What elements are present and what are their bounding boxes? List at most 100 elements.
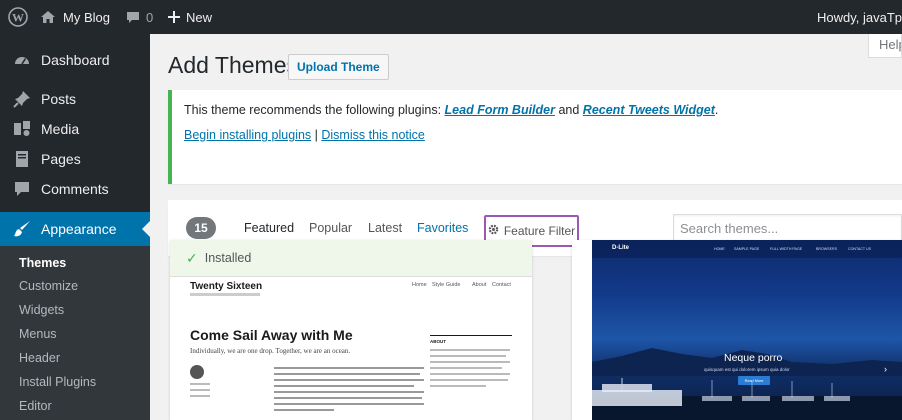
notice-separator: | — [311, 128, 322, 142]
preview-text-line — [274, 397, 422, 399]
preview-marina — [592, 378, 902, 420]
preview-sidebar-line — [430, 385, 486, 387]
sidebar-item-appearance[interactable]: Appearance — [0, 212, 150, 246]
preview-logo: D-Lite — [612, 245, 629, 251]
comments-link[interactable]: 0 — [126, 0, 153, 34]
sidebar-item-media[interactable]: Media — [0, 112, 150, 146]
sidebar-item-label: Appearance — [41, 221, 117, 237]
preview-text-line — [274, 373, 420, 375]
sidebar-item-label: Media — [41, 121, 80, 137]
preview-hero-title: Neque porro — [724, 352, 783, 364]
preview-nav-browsers: BROWSERS — [816, 247, 837, 251]
sidebar-item-dashboard[interactable]: Dashboard — [0, 43, 150, 77]
preview-tagline-line — [190, 293, 260, 296]
svg-text:W: W — [12, 11, 24, 25]
submenu-item-widgets[interactable]: Widgets — [19, 303, 64, 317]
upload-theme-button[interactable]: Upload Theme — [288, 54, 389, 80]
lead-form-builder-link[interactable]: Lead Form Builder — [445, 103, 555, 117]
tab-popular[interactable]: Popular — [309, 221, 352, 235]
tab-favorites[interactable]: Favorites — [417, 221, 468, 235]
notice-intro-text: This theme recommends the following plug… — [184, 103, 445, 117]
preview-sidebar-line — [430, 361, 510, 363]
submenu-item-themes[interactable]: Themes — [19, 256, 66, 270]
preview-nav-home: HOME — [714, 247, 725, 251]
preview-text-line — [274, 403, 424, 405]
gear-icon — [488, 224, 499, 238]
preview-meta-line — [190, 389, 210, 391]
sidebar-item-label: Pages — [41, 151, 81, 167]
preview-sidebar-line — [430, 355, 506, 357]
begin-installing-plugins-link[interactable]: Begin installing plugins — [184, 128, 311, 142]
preview-text-line — [274, 385, 414, 387]
admin-sidebar: Dashboard Posts Media Pages Comments App… — [0, 34, 150, 420]
preview-sidebar-rule — [430, 335, 512, 336]
checkmark-icon: ✓ — [186, 249, 198, 266]
wordpress-logo-icon[interactable]: W — [8, 0, 28, 34]
theme-screenshot: D-Lite HOME SAMPLE PAGE FULL WIDTH PAGE … — [592, 240, 902, 420]
sidebar-item-comments[interactable]: Comments — [0, 172, 150, 206]
feature-filter-label: Feature Filter — [503, 224, 576, 238]
plus-icon — [168, 11, 180, 23]
preview-sidebar-line — [430, 379, 508, 381]
preview-nav-home: Home — [412, 282, 427, 288]
preview-meta-line — [190, 383, 210, 385]
new-label: New — [186, 9, 213, 25]
preview-text-line — [274, 367, 424, 369]
preview-avatar — [190, 365, 204, 379]
sidebar-item-label: Comments — [41, 181, 109, 197]
preview-sidebar-line — [430, 373, 510, 375]
submenu-item-customize[interactable]: Customize — [19, 279, 78, 293]
dashboard-icon — [12, 50, 32, 70]
main-content: Add Themes Upload Theme Help This theme … — [150, 34, 902, 420]
preview-nav-about: About — [472, 282, 487, 288]
sidebar-item-posts[interactable]: Posts — [0, 82, 150, 116]
preview-text-line — [274, 409, 334, 411]
chevron-right-icon: › — [884, 364, 887, 374]
comment-count: 0 — [146, 9, 154, 25]
preview-nav-contact: CONTACT US — [848, 247, 872, 251]
preview-hero-subtitle: quisquam est qui dolorem ipsum quia dolo… — [704, 367, 790, 372]
theme-card-d-lite[interactable]: D-Lite HOME SAMPLE PAGE FULL WIDTH PAGE … — [572, 240, 902, 420]
preview-nav-contact: Contact — [492, 282, 511, 288]
brush-icon — [12, 219, 32, 239]
preview-text-line — [274, 391, 424, 393]
site-name-link[interactable]: My Blog — [40, 0, 110, 34]
recent-tweets-widget-link[interactable]: Recent Tweets Widget — [583, 103, 715, 117]
site-name-label: My Blog — [63, 9, 110, 25]
preview-post-title: Come Sail Away with Me — [190, 327, 353, 343]
theme-screenshot: Twenty Sixteen Home Style Guide About Co… — [170, 276, 532, 420]
theme-card-twenty-sixteen[interactable]: ✓ Installed Twenty Sixteen Home Style Gu… — [170, 240, 532, 420]
notice-period: . — [714, 103, 719, 117]
help-tab[interactable]: Help — [868, 34, 902, 58]
notice-and-text: and — [554, 103, 583, 117]
theme-count-badge: 15 — [186, 217, 216, 239]
preview-site-title: Twenty Sixteen — [190, 281, 263, 292]
preview-sidebar-line — [430, 349, 510, 351]
new-content-link[interactable]: New — [168, 0, 212, 34]
dismiss-notice-link[interactable]: Dismiss this notice — [321, 128, 425, 142]
pages-icon — [12, 149, 32, 169]
plugin-recommendation-notice: This theme recommends the following plug… — [168, 90, 902, 184]
installed-banner: ✓ Installed — [170, 240, 532, 276]
media-icon — [12, 119, 32, 139]
home-icon — [40, 9, 56, 25]
preview-nav-full-width: FULL WIDTH PAGE — [770, 247, 803, 251]
howdy-user-link[interactable]: Howdy, javaTp — [817, 0, 902, 34]
submenu-item-install-plugins[interactable]: Install Plugins — [19, 375, 96, 389]
submenu-item-menus[interactable]: Menus — [19, 327, 57, 341]
appearance-submenu: Themes Customize Widgets Menus Header In… — [0, 246, 150, 420]
sidebar-item-label: Dashboard — [41, 52, 110, 68]
submenu-item-editor[interactable]: Editor — [19, 399, 52, 413]
tab-featured[interactable]: Featured — [244, 221, 294, 235]
sidebar-item-pages[interactable]: Pages — [0, 142, 150, 176]
notice-text: This theme recommends the following plug… — [184, 103, 718, 117]
page-title: Add Themes — [168, 52, 298, 78]
notice-actions: Begin installing plugins | Dismiss this … — [184, 128, 425, 142]
installed-label: Installed — [204, 251, 252, 265]
tab-latest[interactable]: Latest — [368, 221, 402, 235]
preview-sidebar-line — [430, 367, 502, 369]
submenu-item-header[interactable]: Header — [19, 351, 60, 365]
preview-meta-line — [190, 395, 210, 397]
comment-bubble-icon — [126, 10, 140, 24]
comment-icon — [12, 179, 32, 199]
